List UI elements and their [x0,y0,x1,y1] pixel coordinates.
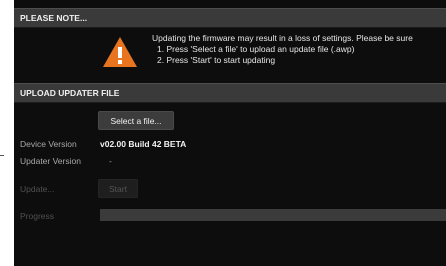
note-text-block: Updating the firmware may result in a lo… [152,33,413,66]
left-edge-marker [0,155,4,156]
updater-version-label: Updater Version [20,156,81,166]
select-file-button[interactable]: Select a file... [98,111,174,130]
step-start-text: 2. Press 'Start' to start updating [157,55,276,65]
firmware-update-panel: PLEASE NOTE... Updating the firmware may… [14,0,446,266]
upload-updater-file-header: UPLOAD UPDATER FILE [14,83,446,103]
updater-version-value: - [109,156,112,166]
start-button[interactable]: Start [98,179,138,198]
progress-label: Progress [20,211,55,221]
device-version-value: v02.00 Build 42 BETA [100,139,187,149]
warning-text: Updating the firmware may result in a lo… [152,33,413,43]
warning-triangle-icon [103,37,137,67]
device-version-label: Device Version [20,139,77,149]
step-select-file-text: 1. Press 'Select a file' to upload an up… [157,44,355,54]
please-note-header: PLEASE NOTE... [14,8,446,28]
update-label: Update... [20,184,55,194]
progress-bar [100,209,446,221]
